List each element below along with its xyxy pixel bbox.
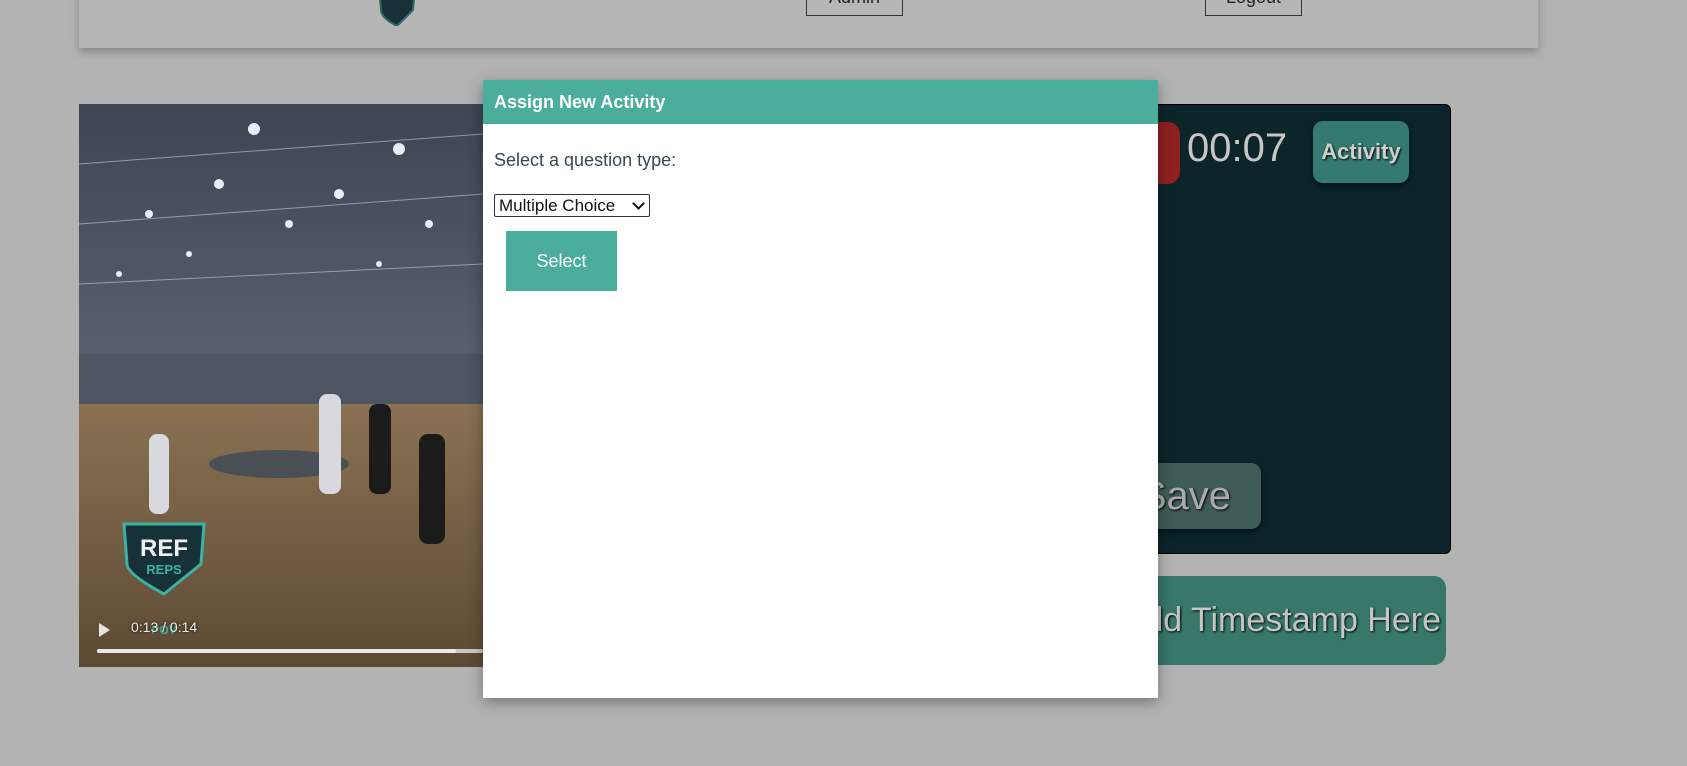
logo-icon: [378, 0, 416, 26]
video-controls: 0:13 / 0:14: [79, 607, 483, 667]
question-type-select[interactable]: Multiple Choice: [494, 194, 650, 217]
chevron-down-icon: [632, 197, 645, 210]
select-button[interactable]: Select: [506, 231, 617, 291]
video-progress-fill: [97, 649, 456, 653]
logout-button[interactable]: Logout: [1205, 0, 1302, 16]
watermark-line1: REF: [140, 535, 188, 562]
question-type-value: Multiple Choice: [499, 195, 616, 215]
modal-title: Assign New Activity: [483, 80, 1158, 124]
activity-button[interactable]: Activity: [1313, 121, 1409, 183]
top-nav-bar: Admin Logout: [79, 0, 1538, 48]
video-time: 0:13 / 0:14: [131, 619, 198, 635]
video-frame: REF REPS POV: [79, 104, 483, 667]
question-type-label: Select a question type:: [494, 150, 677, 170]
assign-activity-modal: Assign New Activity Select a question ty…: [483, 80, 1158, 698]
timer-display: 00:07: [1187, 126, 1288, 170]
watermark-line2: REPS: [146, 562, 182, 577]
add-timestamp-label: Add Timestamp Here: [1121, 601, 1441, 639]
video-player[interactable]: REF REPS POV 0:13 / 0:14: [79, 104, 483, 667]
admin-button[interactable]: Admin: [806, 0, 903, 16]
video-progress-bar[interactable]: [97, 649, 483, 653]
play-icon[interactable]: [99, 623, 110, 637]
